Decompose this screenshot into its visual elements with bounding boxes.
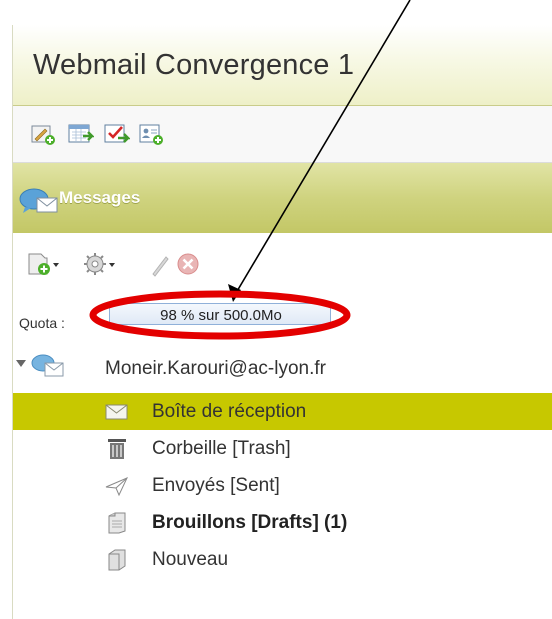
trash-icon (108, 439, 126, 459)
folder-label-inbox: Boîte de réception (152, 401, 307, 422)
messages-icon (19, 188, 58, 213)
folder-trash[interactable]: Corbeille [Trash] (13, 430, 552, 467)
task-icon[interactable] (104, 122, 130, 146)
calendar-icon[interactable] (68, 122, 94, 146)
folder-actions (13, 234, 552, 292)
new-message-icon[interactable] (31, 122, 57, 146)
delete-icon[interactable] (174, 250, 202, 278)
collapse-arrow-icon[interactable] (16, 360, 26, 368)
folder-sent[interactable]: Envoyés [Sent] (13, 467, 552, 504)
folder-tree: Moneir.Karouri@ac-lyon.fr Boîte de récep… (13, 350, 552, 610)
settings-icon[interactable] (83, 250, 119, 278)
quota-label: Quota : (19, 315, 65, 331)
folder-label-trash: Corbeille [Trash] (152, 438, 291, 459)
section-title: Messages (59, 188, 141, 207)
account-node[interactable]: Moneir.Karouri@ac-lyon.fr (13, 350, 552, 387)
folder-label-new: Nouveau (152, 549, 229, 570)
quota-value: 98 % sur 500.0Mo (160, 307, 282, 324)
new-folder-icon[interactable] (27, 250, 63, 278)
sent-icon (105, 477, 129, 497)
app-toolbar (13, 106, 552, 163)
folder-label-sent: Envoyés [Sent] (152, 475, 280, 496)
title-bar: Webmail Convergence 1 (13, 25, 552, 106)
folder-inbox[interactable]: Boîte de réception (13, 393, 552, 430)
quota-indicator: 98 % sur 500.0Mo (109, 303, 331, 325)
contacts-icon[interactable] (139, 122, 165, 146)
folder-drafts[interactable]: Brouillons [Drafts] (1) (13, 504, 552, 541)
webmail-app: Webmail Convergence 1 Messages Quota: 9… (0, 0, 552, 619)
messages-section-header[interactable]: Messages (13, 163, 552, 233)
folder-icon (108, 549, 126, 571)
account-label: Moneir.Karouri@ac-lyon.fr (105, 358, 326, 379)
envelope-icon (105, 404, 128, 420)
folder-new[interactable]: Nouveau (13, 541, 552, 578)
app-title: Webmail Convergence 1 (33, 49, 355, 81)
drafts-icon (108, 512, 126, 534)
account-mail-icon (31, 354, 64, 377)
folder-label-drafts: Brouillons [Drafts] (1) (152, 512, 348, 533)
edit-icon[interactable] (149, 250, 171, 278)
